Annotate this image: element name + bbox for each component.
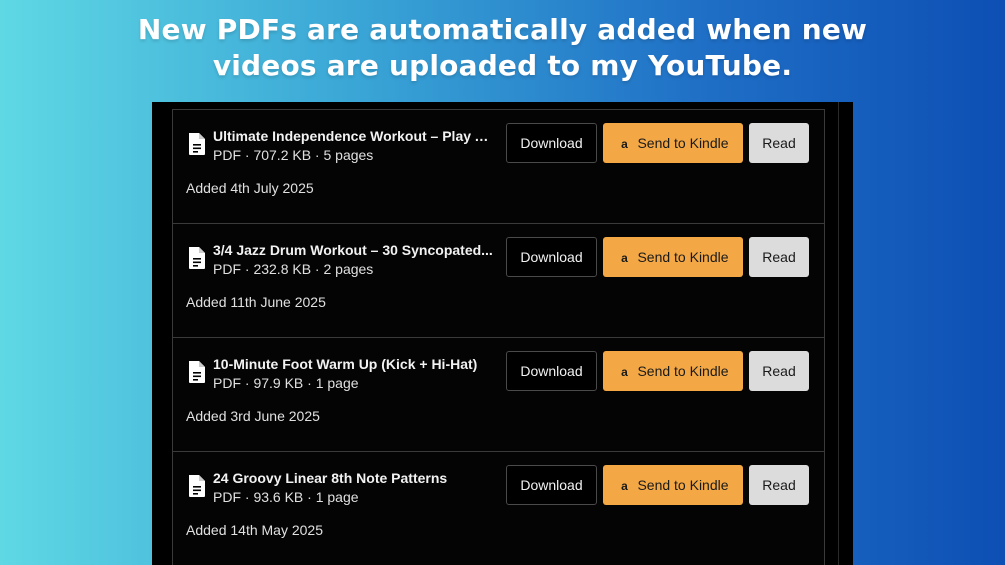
file-added-date: Added 11th June 2025: [186, 294, 326, 310]
document-icon: [189, 247, 205, 269]
amazon-icon: a: [621, 365, 628, 379]
read-button[interactable]: Read: [749, 351, 809, 391]
read-button[interactable]: Read: [749, 237, 809, 277]
document-icon: [189, 475, 205, 497]
pdf-list-item: 24 Groovy Linear 8th Note Patterns PDF ·…: [173, 452, 824, 565]
pdf-list-item: 10-Minute Foot Warm Up (Kick + Hi-Hat) P…: [173, 338, 824, 452]
send-to-kindle-button[interactable]: a Send to Kindle: [603, 237, 743, 277]
file-meta: PDF · 93.6 KB · 1 page: [213, 489, 359, 505]
file-added-date: Added 3rd June 2025: [186, 408, 320, 424]
document-icon: [189, 361, 205, 383]
send-to-kindle-button[interactable]: a Send to Kindle: [603, 351, 743, 391]
send-to-kindle-button[interactable]: a Send to Kindle: [603, 123, 743, 163]
download-button[interactable]: Download: [506, 237, 597, 277]
pdf-list-item: Ultimate Independence Workout – Play An.…: [173, 110, 824, 224]
read-button[interactable]: Read: [749, 123, 809, 163]
file-title[interactable]: 10-Minute Foot Warm Up (Kick + Hi-Hat): [213, 355, 493, 373]
pdf-list-item: 3/4 Jazz Drum Workout – 30 Syncopated...…: [173, 224, 824, 338]
scrollbar-track[interactable]: [838, 102, 839, 565]
file-title[interactable]: 3/4 Jazz Drum Workout – 30 Syncopated...: [213, 241, 493, 259]
send-to-kindle-button[interactable]: a Send to Kindle: [603, 465, 743, 505]
download-button[interactable]: Download: [506, 351, 597, 391]
headline-line-2: videos are uploaded to my YouTube.: [212, 49, 793, 82]
file-added-date: Added 14th May 2025: [186, 522, 323, 538]
file-added-date: Added 4th July 2025: [186, 180, 314, 196]
headline: New PDFs are automatically added when ne…: [0, 12, 1005, 84]
amazon-icon: a: [621, 251, 628, 265]
file-title[interactable]: Ultimate Independence Workout – Play An.…: [213, 127, 493, 145]
file-meta: PDF · 707.2 KB · 5 pages: [213, 147, 374, 163]
amazon-icon: a: [621, 479, 628, 493]
pdf-list: Ultimate Independence Workout – Play An.…: [172, 109, 825, 565]
file-meta: PDF · 97.9 KB · 1 page: [213, 375, 359, 391]
send-to-kindle-label: Send to Kindle: [637, 363, 729, 379]
headline-line-1: New PDFs are automatically added when ne…: [137, 13, 868, 46]
file-meta: PDF · 232.8 KB · 2 pages: [213, 261, 374, 277]
pdf-list-panel: Ultimate Independence Workout – Play An.…: [152, 102, 853, 565]
send-to-kindle-label: Send to Kindle: [637, 135, 729, 151]
send-to-kindle-label: Send to Kindle: [637, 249, 729, 265]
read-button[interactable]: Read: [749, 465, 809, 505]
file-title[interactable]: 24 Groovy Linear 8th Note Patterns: [213, 469, 493, 487]
send-to-kindle-label: Send to Kindle: [637, 477, 729, 493]
download-button[interactable]: Download: [506, 123, 597, 163]
document-icon: [189, 133, 205, 155]
amazon-icon: a: [621, 137, 628, 151]
download-button[interactable]: Download: [506, 465, 597, 505]
